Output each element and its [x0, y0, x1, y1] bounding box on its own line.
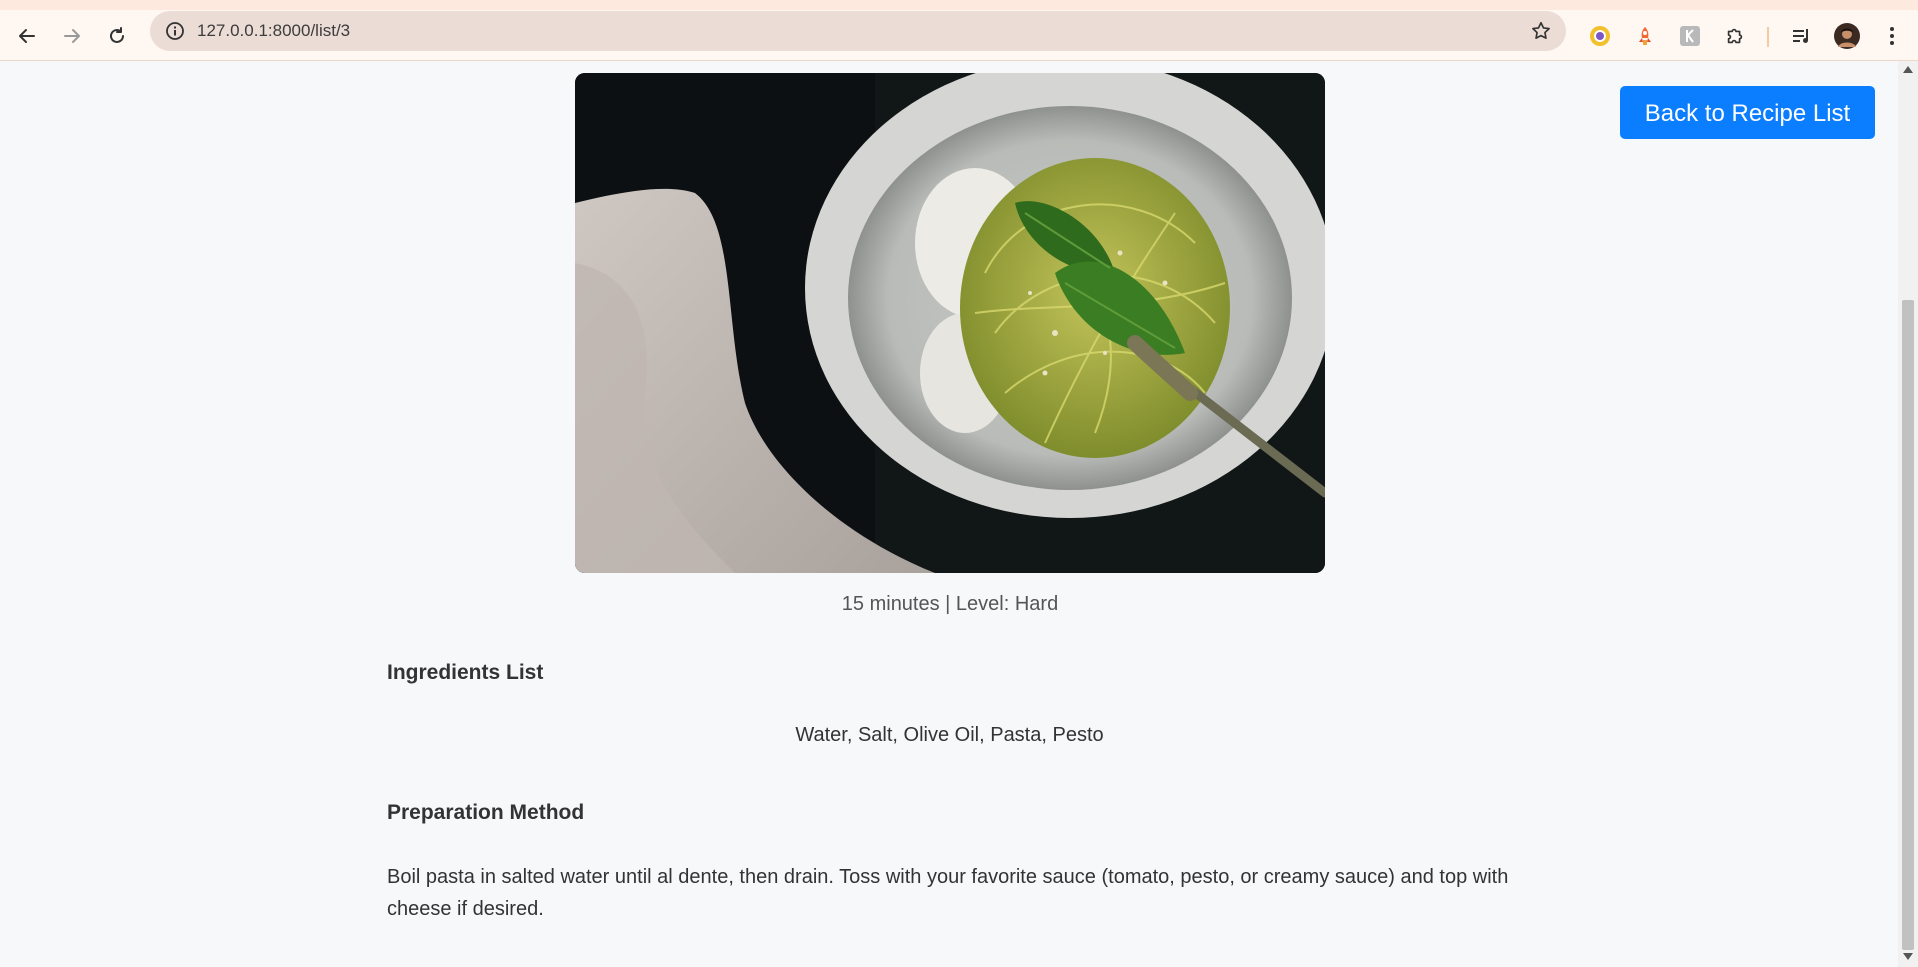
- toolbar-separator: [1767, 27, 1769, 47]
- bookmark-star-icon[interactable]: [1530, 20, 1552, 42]
- pesto-pasta-photo: [575, 73, 1325, 573]
- page-viewport: Back to Recipe List 15 minutes | Level: …: [0, 61, 1898, 967]
- scroll-down-arrow-icon[interactable]: [1903, 953, 1913, 960]
- reload-icon[interactable]: [102, 21, 132, 51]
- extensions-puzzle-icon[interactable]: [1720, 21, 1750, 51]
- extension-k-icon[interactable]: [1675, 21, 1705, 51]
- tab-strip: [0, 0, 1918, 10]
- address-bar[interactable]: 127.0.0.1:8000/list/3: [150, 11, 1566, 51]
- site-info-icon[interactable]: [164, 20, 186, 42]
- recipe-meta: 15 minutes | Level: Hard: [841, 593, 1059, 615]
- extension-chrome-icon[interactable]: [1585, 21, 1615, 51]
- ingredients-text: Water, Salt, Olive Oil, Pasta, Pesto: [795, 724, 1104, 746]
- scroll-up-arrow-icon[interactable]: [1903, 66, 1913, 73]
- forward-arrow-icon[interactable]: [57, 21, 87, 51]
- scrollbar-thumb[interactable]: [1902, 300, 1914, 950]
- more-menu-icon[interactable]: [1877, 21, 1907, 51]
- ingredients-heading: Ingredients List: [387, 661, 544, 684]
- profile-avatar[interactable]: [1832, 21, 1862, 51]
- extension-rocket-icon[interactable]: [1630, 21, 1660, 51]
- browser-toolbar: 127.0.0.1:8000/list/3: [0, 10, 1918, 61]
- preparation-text: Boil pasta in salted water until al dent…: [387, 866, 1509, 920]
- recipe-image: [575, 73, 1325, 573]
- back-to-recipe-list-button[interactable]: Back to Recipe List: [1620, 86, 1875, 139]
- preparation-heading: Preparation Method: [387, 801, 585, 824]
- media-queue-icon[interactable]: [1787, 21, 1817, 51]
- back-arrow-icon[interactable]: [12, 21, 42, 51]
- address-url[interactable]: 127.0.0.1:8000/list/3: [197, 11, 350, 51]
